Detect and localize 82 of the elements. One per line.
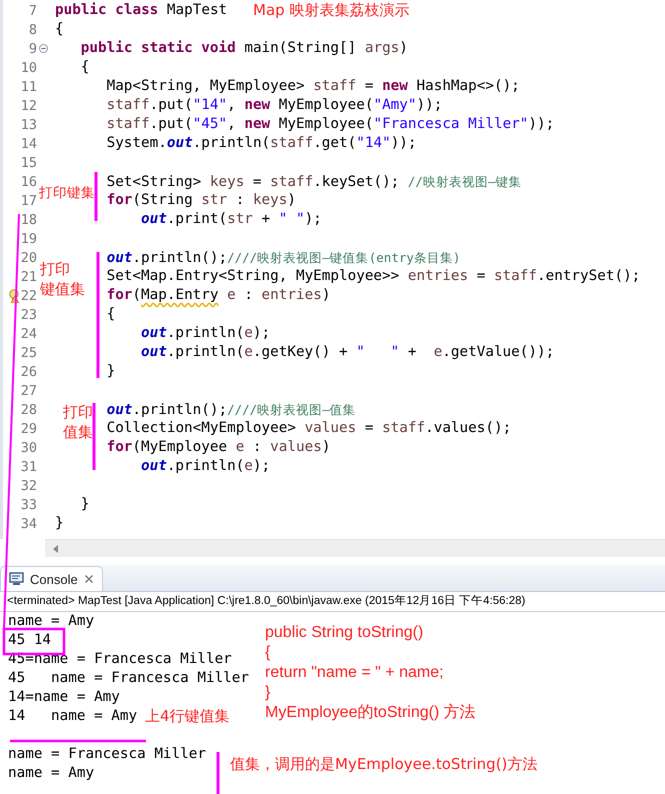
code-line: Set<String> keys = staff.keySet(); //映射表视图—键集 — [106, 172, 522, 192]
line-number: 27 — [20, 382, 37, 398]
annotation: 上4行键值集 — [145, 706, 230, 726]
line-number: 31 — [20, 458, 37, 474]
horizontal-scrollbar[interactable] — [45, 539, 665, 557]
code-line: Set<Map.Entry<String, MyEmployee>> entries = staff.entrySet(); — [106, 267, 640, 286]
line-number: 28 — [20, 402, 37, 418]
line-number: 11 — [20, 78, 37, 94]
code-line: } — [55, 514, 64, 533]
line-number: 22 — [20, 288, 37, 304]
code-line: out.println(e); — [141, 457, 270, 476]
output-line: 45 name = Francesca Miller — [8, 670, 250, 686]
code-line: out.println();////映射表视图—值集 — [106, 400, 356, 420]
line-number: 9 — [28, 40, 37, 56]
code-line: public class MapTest — [55, 1, 228, 20]
marker-bar — [216, 752, 220, 794]
code-line: } — [80, 495, 90, 514]
line-number: 32 — [20, 478, 37, 494]
code-line: out.println(e); — [141, 324, 270, 343]
monitor-icon — [9, 572, 24, 586]
line-number: 7 — [28, 2, 37, 18]
annotation: 值集 — [63, 422, 93, 442]
line-number: 19 — [20, 230, 37, 246]
close-icon[interactable] — [84, 574, 94, 584]
scroll-left-icon[interactable] — [53, 544, 59, 552]
line-number: 20 — [20, 250, 37, 266]
console-tab[interactable]: Console — [0, 566, 103, 591]
code-line: for(MyEmployee e : values) — [106, 438, 330, 457]
line-number: 29 — [20, 420, 37, 436]
annotation: MyEmployee的toString() 方法 — [265, 703, 476, 723]
annotation: Map 映射表集荔枝演示 — [253, 0, 410, 20]
line-number: 34 — [20, 516, 37, 532]
line-number: 18 — [20, 212, 37, 228]
line-number: 23 — [20, 306, 37, 322]
line-number: 10 — [20, 60, 37, 76]
line-number: 25 — [20, 344, 37, 360]
code-line: out.println(e.getKey() + " " + e.getValue()); — [141, 343, 554, 362]
line-number: 15 — [20, 154, 37, 170]
annotation: public String toString() — [265, 623, 424, 643]
annotation: 打印 — [40, 259, 71, 279]
code-line: { — [80, 58, 90, 77]
annotation: 打印 — [63, 402, 93, 422]
code-line: out.print(str + " "); — [141, 210, 322, 229]
code-line: for(Map.Entry e : entries) — [106, 286, 330, 305]
output-line: name = Amy — [8, 613, 94, 629]
console-status: <terminated> MapTest [Java Application] C:\jre1.8.0_60\bin\javaw.exe (2015年12月16日 下午4:56:28) — [0, 592, 665, 612]
line-number: 26 — [20, 364, 37, 380]
code-line: public static void main(String[] args) — [80, 39, 408, 58]
line-number: 8 — [28, 22, 37, 38]
annotation: 值集，调用的是MyEmployee.toString()方法 — [230, 754, 538, 774]
line-number: 33 — [20, 496, 37, 512]
code-line: out.println();////映射表视图—键值集(entry条目集) — [106, 248, 460, 268]
line-number: 21 — [20, 268, 37, 284]
code-line: staff.put("45", new MyEmployee("Francesca Miller")); — [106, 115, 554, 134]
line-number: 30 — [20, 440, 37, 456]
annotation: } — [265, 683, 272, 703]
code-line: { — [106, 305, 116, 324]
code-line: Collection<MyEmployee> values = staff.values(); — [106, 419, 512, 438]
line-number: 16 — [20, 174, 37, 190]
line-number: 17 — [20, 192, 37, 208]
marker-bar — [94, 172, 98, 221]
code-line: System.out.println(staff.get("14")); — [106, 134, 417, 153]
annotation: { — [265, 643, 272, 663]
output-line: name = Amy — [8, 765, 94, 781]
annotation: 打印键集 — [39, 184, 95, 203]
annotation: 键值集 — [40, 279, 85, 299]
marker-bar — [92, 403, 96, 470]
code-line: for(String str : keys) — [106, 191, 296, 210]
code-line: } — [106, 362, 116, 381]
code-line: staff.put("14", new MyEmployee("Amy")); — [106, 96, 442, 115]
line-number: 24 — [20, 326, 37, 342]
output-line: name = Francesca Miller — [8, 746, 206, 762]
code-line: { — [55, 20, 64, 39]
line-number: 14 — [20, 136, 37, 152]
collapse-icon[interactable] — [39, 44, 48, 53]
output-line: 14 name = Amy — [8, 708, 138, 724]
line-number: 13 — [20, 116, 37, 132]
output-line: 14=name = Amy — [8, 689, 120, 705]
code-line: Map<String, MyEmployee> staff = new HashMap<>(); — [106, 77, 520, 96]
line-number: 12 — [20, 98, 37, 114]
output-line: 45 14 — [8, 632, 52, 648]
annotation: return "name = " + name; — [265, 663, 445, 683]
